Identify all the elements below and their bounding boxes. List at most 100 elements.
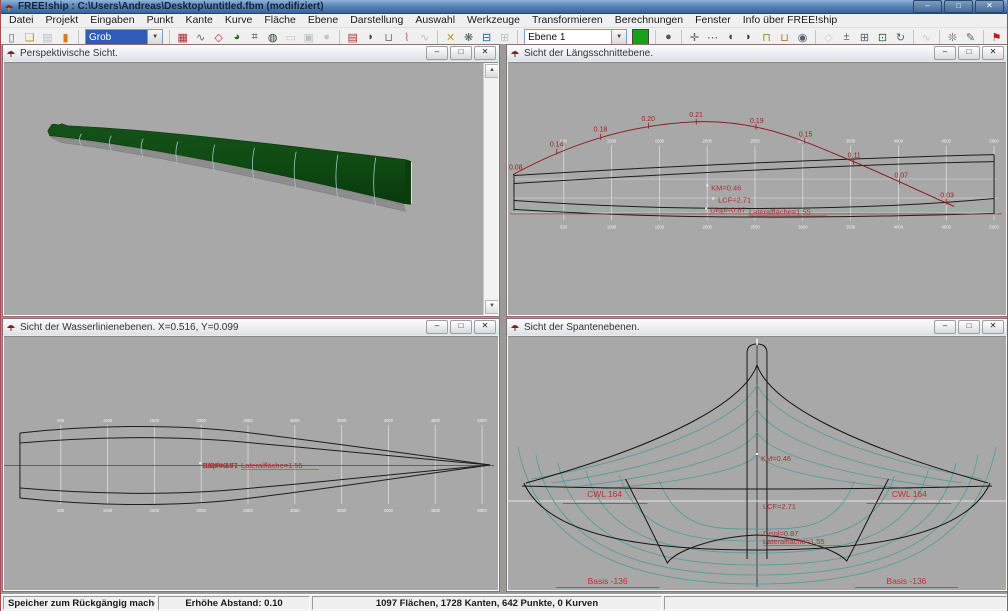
lamp-icon[interactable]: ⚑ [988, 29, 1005, 45]
grid-window-icon[interactable]: ⊞ [856, 29, 873, 45]
menu-item[interactable]: Eingaben [84, 14, 140, 27]
perspective-canvas[interactable]: ▲ ▼ [4, 62, 498, 315]
menu-item[interactable]: Auswahl [409, 14, 461, 27]
close-button[interactable]: ✕ [474, 46, 496, 60]
precision-combo[interactable]: Grob ▼ [85, 29, 163, 46]
image-icon[interactable]: ⊡ [874, 29, 891, 45]
menu-item[interactable]: Info über FREE!ship [737, 14, 844, 27]
svg-text:KM=0.46: KM=0.46 [761, 454, 791, 463]
new-document-icon[interactable]: ▯ [3, 29, 20, 45]
layer-combo[interactable]: Ebene 1 ▼ [524, 29, 627, 46]
resistance-icon[interactable]: ⊔ [380, 29, 397, 45]
maximize-button[interactable]: □ [944, 0, 973, 13]
monitor-icon[interactable]: ⊟ [478, 29, 495, 45]
add-plane-icon[interactable]: ± [838, 29, 855, 45]
scroll-down-icon[interactable]: ▼ [485, 300, 498, 314]
menu-item[interactable]: Projekt [40, 14, 85, 27]
menu-item[interactable]: Werkzeuge [461, 14, 526, 27]
waterlines-canvas[interactable]: 5005001000100015001500200020002500250030… [4, 336, 498, 590]
wing-left-icon[interactable]: ◖ [722, 29, 739, 45]
waterlines-titlebar[interactable]: Sicht der Wasserlinienebenen. X=0.516, Y… [3, 319, 499, 335]
save-icon: ▤ [39, 29, 56, 45]
menu-item[interactable]: Transformieren [526, 14, 609, 27]
bodyplan-view-window[interactable]: Sicht der Spantenebenen. – □ ✕ [506, 318, 1008, 592]
minimize-button[interactable]: – [426, 46, 448, 60]
view-scrollbar[interactable]: ▲ ▼ [483, 63, 498, 315]
exit-door-icon[interactable]: ▮ [57, 29, 74, 45]
svg-text:5000: 5000 [989, 224, 999, 229]
develop-icon[interactable]: ◇ [210, 29, 227, 45]
close-button[interactable]: ✕ [474, 320, 496, 334]
pencil-icon[interactable]: ✎ [962, 29, 979, 45]
chevron-down-icon[interactable]: ▼ [147, 30, 162, 45]
unlock-icon[interactable]: ⊔ [776, 29, 793, 45]
child-window-controls: – □ ✕ [934, 46, 1004, 60]
move-point-icon[interactable]: ✛ [686, 29, 703, 45]
report-icon[interactable]: ▤ [344, 29, 361, 45]
lasso-icon[interactable]: ⌇ [398, 29, 415, 45]
spline-icon[interactable]: ∿ [192, 29, 209, 45]
svg-text:0.03: 0.03 [940, 192, 954, 199]
perspective-titlebar[interactable]: Perspektivische Sicht. – □ ✕ [3, 45, 499, 61]
menu-item[interactable]: Fenster [689, 14, 737, 27]
restore-button[interactable]: □ [958, 320, 980, 334]
layer-color-swatch[interactable] [632, 29, 649, 45]
svg-text:LCF=2.71: LCF=2.71 [718, 195, 751, 204]
close-button[interactable]: ✕ [982, 320, 1004, 334]
open-folder-icon[interactable]: ❏ [21, 29, 38, 45]
hull-3d-render [4, 63, 484, 315]
restore-button[interactable]: □ [450, 320, 472, 334]
minimize-button[interactable]: – [913, 0, 942, 13]
minimize-button[interactable]: – [934, 320, 956, 334]
menu-item[interactable]: Berechnungen [609, 14, 689, 27]
minimize-button[interactable]: – [426, 320, 448, 334]
svg-text:2500: 2500 [243, 418, 253, 423]
svg-text:0.15: 0.15 [799, 132, 813, 139]
waterlines-view-window[interactable]: Sicht der Wasserlinienebenen. X=0.516, Y… [2, 318, 500, 592]
svg-text:4000: 4000 [384, 418, 394, 423]
menu-item[interactable]: Datei [3, 14, 40, 27]
wireframe-icon[interactable]: ▦ [174, 29, 191, 45]
close-button[interactable]: ✕ [982, 46, 1004, 60]
mesh-sphere-icon[interactable]: ◍ [264, 29, 281, 45]
profile-view-window[interactable]: Sicht der Längsschnittebene. – □ ✕ 50050… [506, 44, 1008, 317]
rotate-icon[interactable]: ↻ [892, 29, 909, 45]
view-title: Sicht der Wasserlinienebenen. X=0.516, Y… [20, 322, 238, 333]
grab-icon[interactable]: ◉ [794, 29, 811, 45]
perspective-view-window[interactable]: Perspektivische Sicht. – □ ✕ [2, 44, 500, 317]
svg-text:Basis -136: Basis -136 [886, 576, 926, 586]
bodyplan-titlebar[interactable]: Sicht der Spantenebenen. – □ ✕ [507, 319, 1007, 335]
scroll-up-icon[interactable]: ▲ [485, 64, 498, 78]
bodyplan-canvas[interactable]: CWL 164 CWL 164 Basis -136 Basis -136 KM… [508, 336, 1006, 590]
menu-item[interactable]: Fläche [258, 14, 302, 27]
grid-icon[interactable]: ⌗ [246, 29, 263, 45]
svg-text:4500: 4500 [942, 139, 952, 144]
toolbar-separator [939, 30, 940, 45]
shade-icon[interactable]: ◕ [228, 29, 245, 45]
main-titlebar[interactable]: FREE!ship : C:\Users\Andreas\Desktop\unt… [1, 0, 1007, 14]
menu-item[interactable]: Kurve [219, 14, 258, 27]
menu-item[interactable]: Darstellung [344, 14, 409, 27]
dots-icon[interactable]: ⋯ [704, 29, 721, 45]
lock-icon[interactable]: ⊓ [758, 29, 775, 45]
chevron-down-icon[interactable]: ▼ [611, 30, 626, 45]
menu-item[interactable]: Kante [179, 14, 218, 27]
profile-titlebar[interactable]: Sicht der Längsschnittebene. – □ ✕ [507, 45, 1007, 61]
menu-item[interactable]: Punkt [141, 14, 180, 27]
restore-button[interactable]: □ [958, 46, 980, 60]
profile-canvas[interactable]: 5005001000100015001500200020002500250030… [508, 62, 1006, 315]
restore-button[interactable]: □ [450, 46, 472, 60]
cut-icon[interactable]: ✕ [442, 29, 459, 45]
bodyplan-drawing: CWL 164 CWL 164 Basis -136 Basis -136 KM… [508, 337, 1006, 590]
menu-item[interactable]: Ebene [302, 14, 344, 27]
svg-text:5000: 5000 [477, 418, 487, 423]
blob-icon[interactable]: ● [660, 29, 677, 45]
wing-right-icon[interactable]: ◗ [740, 29, 757, 45]
star-icon[interactable]: ❊ [944, 29, 961, 45]
svg-text:2500: 2500 [750, 139, 760, 144]
hydrostatics-icon[interactable]: ◗ [362, 29, 379, 45]
precision-combo-value: Grob [86, 30, 147, 45]
minimize-button[interactable]: – [934, 46, 956, 60]
fan-icon[interactable]: ❋ [460, 29, 477, 45]
close-button[interactable]: ✕ [975, 0, 1004, 13]
